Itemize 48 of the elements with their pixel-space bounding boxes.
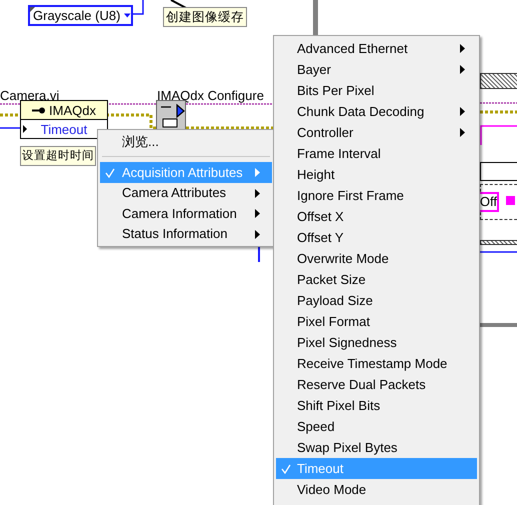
menu-item[interactable]: Controller — [276, 122, 477, 143]
class-name: IMAQdx — [49, 102, 96, 118]
wire — [480, 323, 517, 327]
structure-border — [480, 73, 517, 89]
menu-item[interactable]: Pixel Format — [276, 311, 477, 332]
ring-constant[interactable]: Off — [478, 192, 499, 212]
free-label: 设置超时时间 — [20, 146, 96, 166]
menu-item[interactable]: Ignore First Frame — [276, 185, 477, 206]
wire — [258, 246, 260, 262]
wire — [313, 0, 318, 36]
menu-item[interactable]: Packet Size — [276, 269, 477, 290]
menu-item[interactable]: Camera Information — [100, 203, 272, 224]
menu-item[interactable]: Receive Timestamp Mode — [276, 353, 477, 374]
property-node[interactable]: IMAQdx Timeout — [20, 100, 108, 139]
free-label: 创建图像缓存 — [163, 7, 247, 27]
menu-item[interactable]: Swap Pixel Bytes — [276, 437, 477, 458]
vi-label: Camera.vi — [0, 88, 60, 103]
check-icon — [105, 168, 115, 178]
property-name: Timeout — [40, 122, 88, 136]
menu-item[interactable]: Video Mode — [276, 479, 477, 500]
menu-item[interactable]: Pixel Signedness — [276, 332, 477, 353]
menu-item[interactable]: Bayer — [276, 59, 477, 80]
wire — [170, 0, 188, 10]
menu-item[interactable]: Offset X — [276, 206, 477, 227]
dropdown-icon — [124, 13, 131, 18]
key-icon — [32, 106, 46, 114]
wire — [130, 0, 144, 15]
menu-item[interactable]: Bits Per Pixel — [276, 80, 477, 101]
wire — [480, 251, 517, 253]
terminal-icon — [506, 196, 515, 205]
menu-item[interactable]: Frame Interval — [276, 143, 477, 164]
structure-border — [480, 240, 517, 245]
input-terminal-icon — [23, 125, 27, 133]
menu-item[interactable]: Chunk Data Decoding — [276, 101, 477, 122]
check-icon — [281, 464, 291, 474]
menu-item[interactable]: Reserve Dual Packets — [276, 374, 477, 395]
menu-item[interactable]: Offset Y — [276, 227, 477, 248]
subvi-label: IMAQdx Configure — [157, 88, 264, 103]
dropdown-control[interactable] — [480, 162, 517, 181]
menu-item[interactable]: Overwrite Mode — [276, 248, 477, 269]
menu-item[interactable]: Speed — [276, 416, 477, 437]
enum-constant[interactable]: Grayscale (U8) — [28, 5, 133, 26]
menu-item[interactable]: Height — [276, 164, 477, 185]
menu-item[interactable]: Payload Size — [276, 290, 477, 311]
menu-item[interactable]: Advanced Ethernet — [276, 38, 477, 59]
menu-item[interactable]: Status Information — [100, 224, 272, 244]
menu-item[interactable]: Camera Attributes — [100, 182, 272, 204]
menu-item[interactable]: Shift Pixel Bits — [276, 395, 477, 416]
